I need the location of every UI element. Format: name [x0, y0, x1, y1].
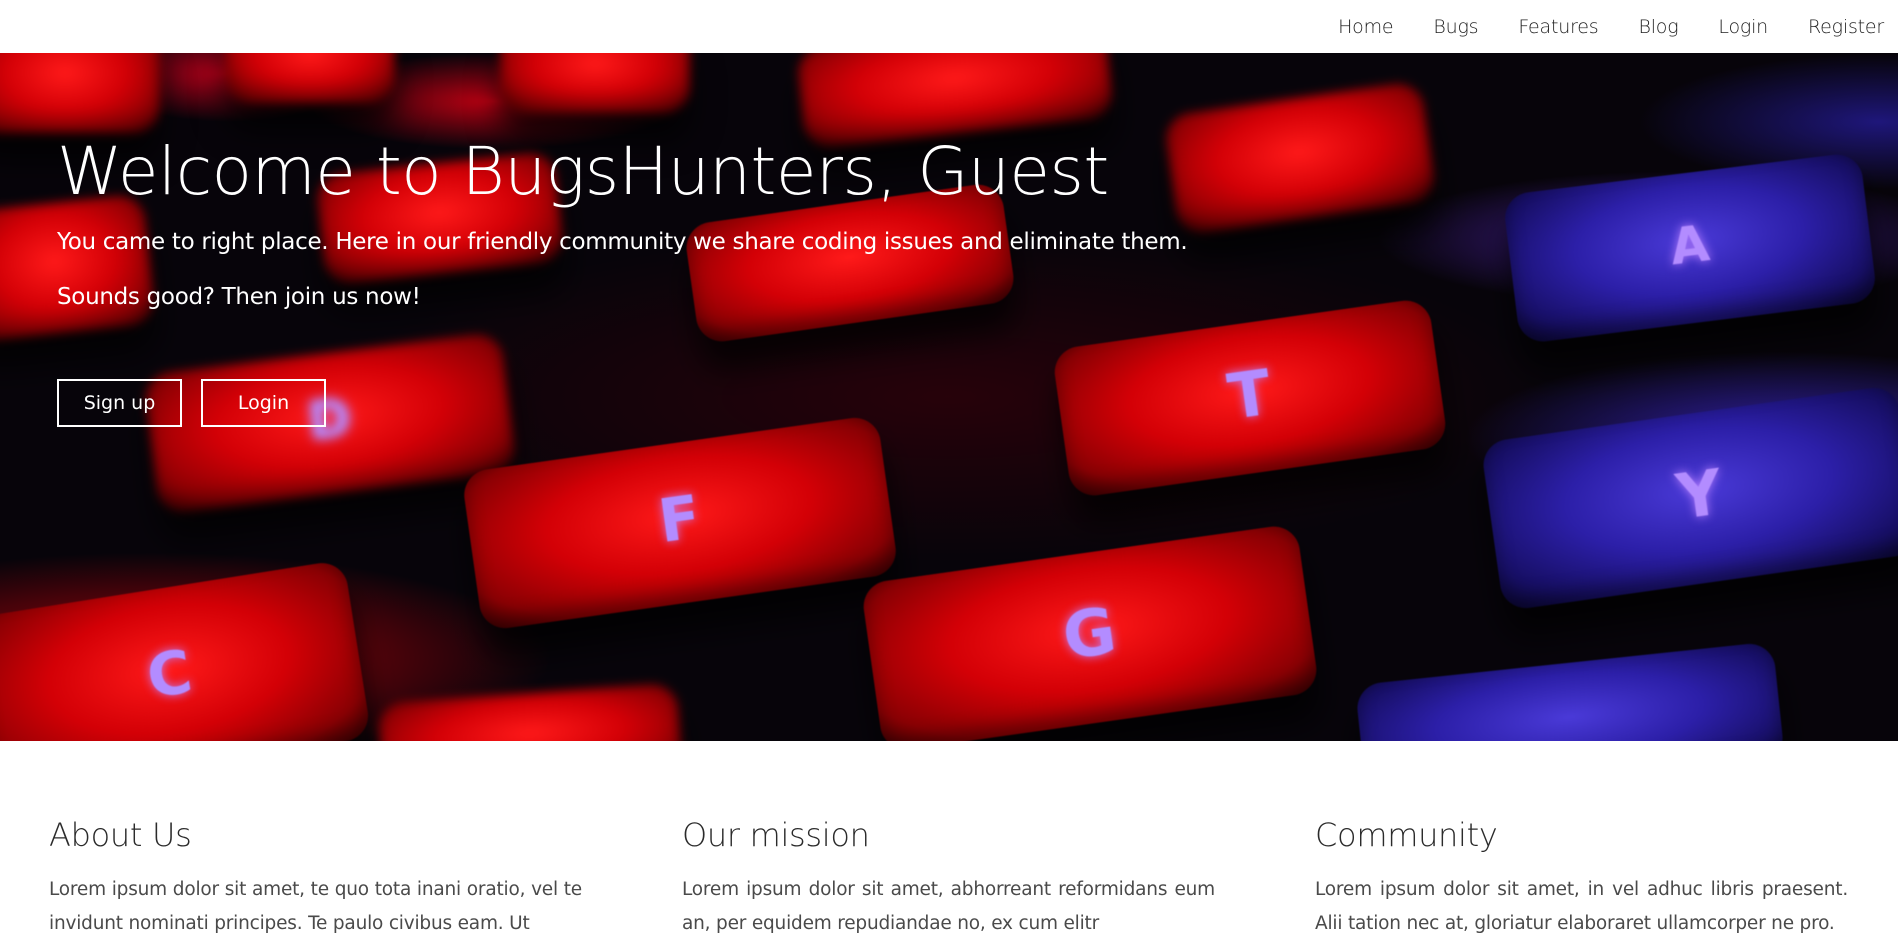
nav-home-link[interactable]: Home — [1338, 16, 1394, 38]
section-text: Lorem ipsum dolor sit amet, in vel adhuc… — [1315, 879, 1848, 935]
keyboard-key — [0, 53, 160, 133]
nav-bugs-link[interactable]: Bugs — [1433, 16, 1478, 38]
community-section: Community Lorem ipsum dolor sit amet, in… — [1315, 816, 1848, 940]
key-label: A — [1666, 213, 1713, 277]
keyboard-key — [225, 53, 395, 103]
nav-features-link[interactable]: Features — [1518, 16, 1598, 38]
section-text: Lorem ipsum dolor sit amet, te quo tota … — [49, 879, 582, 935]
keyboard-key-a: A — [1502, 151, 1878, 345]
our-mission-section: Our mission Lorem ipsum dolor sit amet, … — [682, 816, 1215, 940]
nav-blog-link[interactable]: Blog — [1638, 16, 1678, 38]
keyboard-key-f: F — [460, 414, 900, 632]
signup-button[interactable]: Sign up — [57, 379, 182, 427]
login-button[interactable]: Login — [201, 379, 326, 427]
keyboard-key-c: C — [0, 559, 372, 741]
keyboard-key — [377, 682, 683, 741]
keyboard-key-t: T — [1051, 297, 1449, 499]
about-us-section: About Us Lorem ipsum dolor sit amet, te … — [49, 816, 582, 940]
key-label: C — [142, 636, 197, 713]
keyboard-key-d: D — [142, 331, 518, 515]
section-title: Our mission — [682, 816, 870, 854]
hero-banner: D T F A Y G C Welcome to BugsHunters, Gu… — [0, 53, 1898, 741]
section-text: Lorem ipsum dolor sit amet, abhorreant r… — [682, 879, 1215, 935]
top-navigation: Home Bugs Features Blog Login Register — [0, 0, 1898, 53]
key-label: T — [1223, 355, 1276, 434]
nav-register-link[interactable]: Register — [1808, 16, 1884, 38]
nav-login-link[interactable]: Login — [1718, 16, 1768, 38]
hero-subtitle: You came to right place. Here in our fri… — [57, 229, 1188, 255]
section-title: Community — [1315, 816, 1498, 854]
key-label: Y — [1672, 455, 1727, 534]
keyboard-key — [1354, 641, 1786, 741]
hero-call-to-action: Sounds good? Then join us now! — [57, 284, 421, 310]
keyboard-key-y: Y — [1480, 384, 1898, 612]
keyboard-key — [1162, 80, 1438, 236]
key-label: G — [1058, 594, 1121, 675]
section-title: About Us — [49, 816, 192, 854]
key-label: F — [654, 482, 705, 558]
keyboard-key — [500, 53, 690, 113]
hero-title: Welcome to BugsHunters, Guest — [57, 133, 1109, 210]
keyboard-key — [0, 193, 157, 343]
keyboard-key-g: G — [860, 523, 1320, 741]
